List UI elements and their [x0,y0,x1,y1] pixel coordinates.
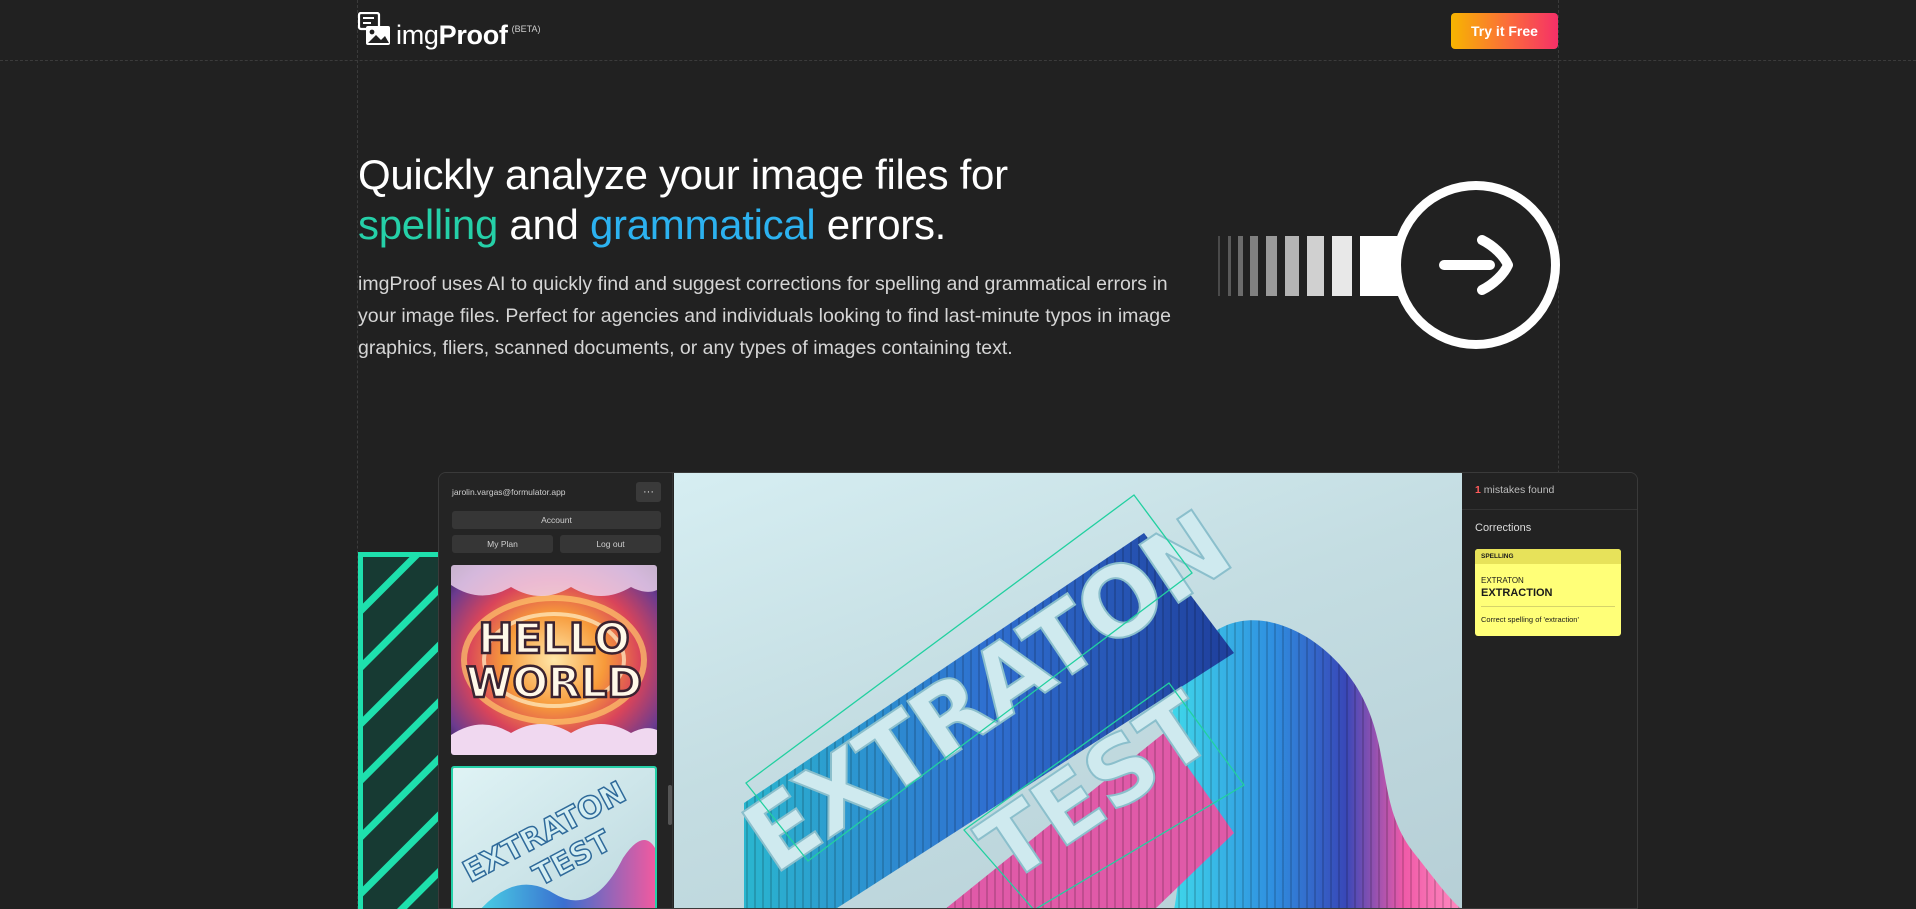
thumbnail-text-hello: HELLO [478,614,630,663]
hero-title: Quickly analyze your image files for spe… [358,150,1158,250]
header-divider [0,60,1916,61]
account-button[interactable]: Account [452,511,661,529]
corrections-title: Corrections [1475,522,1532,534]
brand-logo[interactable]: imgProof (BETA) [358,12,540,58]
correction-original: EXTRATON [1481,576,1524,585]
mistakes-count: 1 [1475,484,1481,496]
correction-card[interactable]: SPELLING EXTRATON EXTRACTION Correct spe… [1475,549,1621,636]
sidebar-scrollbar[interactable] [668,785,672,825]
hero-description: imgProof uses AI to quickly find and sug… [358,273,1171,359]
corrections-panel: 1 mistakes found Corrections SPELLING EX… [1462,473,1637,908]
hero-title-end: errors. [826,201,947,248]
hello-world-thumbnail-image: HELLO WORLD [451,565,657,755]
beta-badge: (BETA) [511,24,541,34]
hero-title-line1: Quickly analyze your image files for [358,151,1008,198]
main-image-viewer: EXTRATON TEST [674,473,1462,908]
arrow-right-icon [1439,235,1513,295]
mistakes-summary: 1 mistakes found [1475,484,1554,496]
logout-button[interactable]: Log out [560,535,661,553]
more-options-button[interactable]: ··· [636,482,661,502]
brand-name: imgProof [396,20,508,50]
photo-icon [358,12,390,45]
mistakes-label: mistakes found [1483,484,1555,496]
try-it-free-button[interactable]: Try it Free [1451,13,1558,49]
speed-bars-graphic [1218,236,1398,296]
app-preview: jarolin.vargas@formulator.app ··· Accoun… [438,472,1638,909]
image-thumbnail[interactable]: HELLO WORLD [451,565,657,755]
user-email: jarolin.vargas@formulator.app [452,487,566,497]
extraton-test-main-image: EXTRATON TEST [723,489,1460,908]
hero-title-and: and [509,201,579,248]
arrow-circle [1392,181,1560,349]
hero-title-spelling: spelling [358,201,499,248]
card-divider [1481,606,1615,607]
app-sidebar: jarolin.vargas@formulator.app ··· Accoun… [439,473,673,908]
correction-category: SPELLING [1475,549,1621,564]
my-plan-button[interactable]: My Plan [452,535,553,553]
decorative-stripes [358,552,440,909]
ellipsis-icon: ··· [643,485,654,498]
image-thumbnail-selected[interactable]: EXTRATON TEST [451,766,657,908]
thumbnail-text-world: WORLD [466,658,642,707]
correction-note: Correct spelling of 'extraction' [1481,615,1579,624]
panel-divider [1462,509,1637,510]
extraton-test-thumbnail-image: EXTRATON TEST [453,768,655,908]
hero-title-grammatical: grammatical [589,201,816,248]
correction-suggestion: EXTRACTION [1481,587,1553,599]
